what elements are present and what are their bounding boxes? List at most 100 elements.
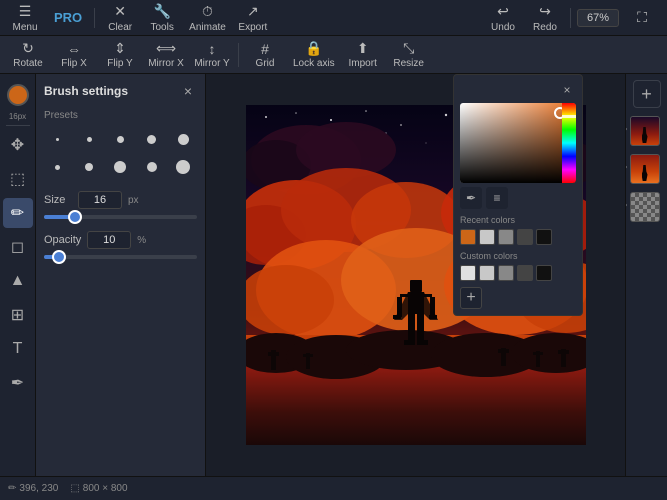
size-input[interactable] — [78, 191, 122, 209]
recent-swatch-4[interactable] — [517, 229, 533, 245]
text-tool[interactable]: T — [3, 334, 33, 364]
add-color-button[interactable]: + — [460, 287, 482, 309]
recent-swatch-1[interactable] — [460, 229, 476, 245]
clear-label: Clear — [108, 22, 132, 33]
opacity-slider-thumb[interactable] — [52, 250, 66, 264]
size-slider-track[interactable] — [44, 215, 197, 219]
selection-tool[interactable]: ⬚ — [3, 164, 33, 194]
add-layer-button[interactable]: + — [633, 80, 661, 108]
custom-swatch-4[interactable] — [517, 265, 533, 281]
custom-swatch-3[interactable] — [498, 265, 514, 281]
picker-close-btn[interactable]: × — [558, 81, 576, 99]
preset-2[interactable] — [75, 127, 102, 151]
tools-button[interactable]: 🔧 Tools — [143, 3, 181, 33]
size-unit: px — [128, 195, 139, 206]
layer-2-thumb — [630, 154, 660, 184]
undo-button[interactable]: ↩ Undo — [484, 3, 522, 33]
flip-x-button[interactable]: ⇔ Flip X — [52, 39, 96, 71]
eyedropper-picker-btn[interactable]: ✒ — [460, 187, 482, 209]
canvas-size-item: ⬚ 800 × 800 — [70, 483, 127, 494]
hue-cursor — [562, 115, 576, 118]
preset-8[interactable] — [107, 155, 134, 179]
selection-icon: ⬚ — [10, 169, 25, 189]
size-slider-thumb[interactable] — [68, 210, 82, 224]
fullscreen-button[interactable]: ⛶ — [623, 3, 661, 33]
lock-axis-button[interactable]: 🔒 Lock axis — [289, 39, 339, 71]
preset-6[interactable] — [44, 155, 71, 179]
preset-9[interactable] — [138, 155, 165, 179]
eraser-icon: ◻ — [11, 237, 24, 257]
clear-button[interactable]: ✕ Clear — [101, 3, 139, 33]
flip-x-icon: ⇔ — [67, 41, 81, 57]
coordinates-item: ✏ 396, 230 — [8, 483, 58, 494]
move-tool[interactable]: ✥ — [3, 130, 33, 160]
layer-1-preview — [631, 117, 659, 145]
animate-label: Animate — [189, 22, 226, 33]
layer-item-3[interactable]: 👁 — [630, 192, 664, 222]
layer-2-visibility[interactable]: 👁 — [625, 161, 627, 174]
eraser-tool[interactable]: ◻ — [3, 232, 33, 262]
color-gradient[interactable] — [460, 103, 576, 183]
presets-label: Presets — [44, 110, 197, 121]
layer-1-figure — [642, 127, 648, 143]
layer-item-1[interactable]: 👁 — [630, 116, 664, 146]
mirror-x-icon: ⟺ — [156, 40, 176, 57]
canvas-area[interactable]: ⊕ × ✒ ≡ — [206, 74, 625, 476]
preset-4[interactable] — [138, 127, 165, 151]
grid-icon: # — [261, 41, 269, 57]
pencil-tool[interactable]: ✏ — [3, 198, 33, 228]
eyedropper-icon: ✒ — [11, 373, 24, 393]
opacity-slider-track[interactable] — [44, 255, 197, 259]
active-color-swatch[interactable] — [7, 84, 29, 106]
layer-item-2[interactable]: 👁 — [630, 154, 664, 184]
recent-swatch-5[interactable] — [536, 229, 552, 245]
grid-button[interactable]: # Grid — [243, 39, 287, 71]
grid-label: Grid — [256, 58, 275, 69]
custom-swatch-1[interactable] — [460, 265, 476, 281]
fill-tool[interactable]: ▲ — [3, 266, 33, 296]
export-icon: ↗ — [247, 3, 259, 20]
sidebar-sep — [6, 125, 30, 126]
import-label: Import — [349, 58, 377, 69]
layer-1-thumb — [630, 116, 660, 146]
custom-swatch-2[interactable] — [479, 265, 495, 281]
status-bar: ✏ 396, 230 ⬚ 800 × 800 — [0, 476, 667, 500]
flip-y-button[interactable]: ⇕ Flip Y — [98, 39, 142, 71]
second-toolbar: ↻ Rotate ⇔ Flip X ⇕ Flip Y ⟺ Mirror X ↕ … — [0, 36, 667, 74]
frame-select-tool[interactable]: ⊞ — [3, 300, 33, 330]
rotate-button[interactable]: ↻ Rotate — [6, 39, 50, 71]
menu-button[interactable]: ☰ Menu — [6, 3, 44, 33]
mirror-y-button[interactable]: ↕ Mirror Y — [190, 39, 234, 71]
flip-x-label: Flip X — [61, 58, 87, 69]
size-row: Size px — [44, 191, 197, 209]
recent-swatch-3[interactable] — [498, 229, 514, 245]
preset-5[interactable] — [170, 127, 197, 151]
brush-panel-header: Brush settings × — [44, 82, 197, 100]
preset-7[interactable] — [75, 155, 102, 179]
resize-button[interactable]: ⤡ Resize — [387, 39, 431, 71]
preset-10[interactable] — [170, 155, 197, 179]
mirror-x-button[interactable]: ⟺ Mirror X — [144, 39, 188, 71]
canvas-size-value: 800 × 800 — [83, 483, 128, 494]
export-button[interactable]: ↗ Export — [234, 3, 272, 33]
recent-swatch-2[interactable] — [479, 229, 495, 245]
canvas-size-icon: ⬚ — [70, 483, 79, 494]
redo-button[interactable]: ↪ Redo — [526, 3, 564, 33]
sliders-btn[interactable]: ≡ — [486, 187, 508, 209]
redo-label: Redo — [533, 22, 557, 33]
preset-1[interactable] — [44, 127, 71, 151]
preset-3[interactable] — [107, 127, 134, 151]
hue-bar[interactable] — [562, 103, 576, 183]
custom-swatch-5[interactable] — [536, 265, 552, 281]
opacity-input[interactable] — [87, 231, 131, 249]
import-button[interactable]: ⬆ Import — [341, 39, 385, 71]
brush-panel-close[interactable]: × — [179, 82, 197, 100]
layer-1-visibility[interactable]: 👁 — [625, 123, 627, 136]
layer-3-visibility[interactable]: 👁 — [625, 199, 627, 212]
animate-button[interactable]: ⏱ Animate — [185, 3, 230, 33]
opacity-unit: % — [137, 235, 146, 246]
main-content: 16px ✥ ⬚ ✏ ◻ ▲ ⊞ T ✒ Brush settings × — [0, 74, 667, 476]
zoom-display[interactable]: 67% — [577, 9, 619, 27]
lock-axis-icon: 🔒 — [305, 40, 322, 57]
eyedropper-tool[interactable]: ✒ — [3, 368, 33, 398]
